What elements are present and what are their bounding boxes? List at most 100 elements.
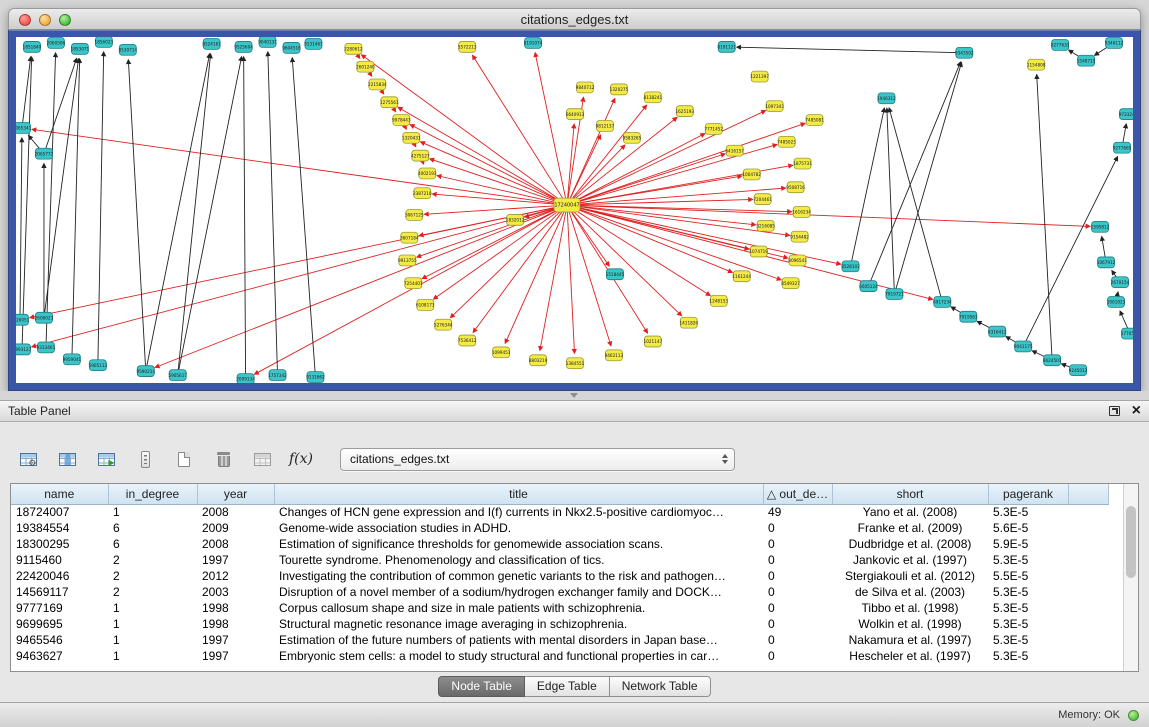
graph-node[interactable]: 9343502 [955, 47, 974, 58]
tab-network-table[interactable]: Network Table [610, 676, 711, 697]
graph-node[interactable]: 1097343 [765, 101, 784, 112]
graph-node[interactable]: 8528103 [841, 261, 860, 272]
table-row[interactable]: 1872400712008Changes of HCN gene express… [11, 504, 1108, 520]
graph-node[interactable]: 9508716 [786, 182, 805, 193]
table-row[interactable]: 977716911998Corpus callosum shape and si… [11, 600, 1108, 616]
graph-edge[interactable] [567, 117, 677, 205]
graph-edge[interactable] [737, 47, 965, 53]
graph-node[interactable]: 1099451 [492, 347, 511, 358]
graph-node[interactable]: 8191074 [524, 37, 543, 48]
table-row[interactable]: 1456911722003Disruption of a novel membe… [11, 584, 1108, 600]
graph-node[interactable]: 9131662 [306, 372, 325, 383]
graph-edge[interactable] [32, 205, 567, 347]
table-cell[interactable]: Changes of HCN gene expression and I(f) … [274, 504, 763, 520]
window-titlebar[interactable]: citations_edges.txt [8, 8, 1141, 30]
graph-node[interactable]: 1770544 [1121, 328, 1133, 339]
graph-edge[interactable] [567, 134, 705, 206]
graph-edge[interactable] [32, 129, 567, 205]
graph-node[interactable]: 9154482 [790, 231, 809, 242]
graph-node[interactable]: 1320275 [610, 84, 629, 95]
table-cell[interactable]: 5.3E-5 [988, 648, 1068, 664]
table-row[interactable]: 946362711997Embryonic stem cells: a mode… [11, 648, 1108, 664]
table-cell[interactable]: 6 [108, 536, 197, 552]
graph-edge[interactable] [472, 55, 567, 205]
graph-node[interactable]: 9525604 [234, 41, 253, 52]
graph-node[interactable]: 4275127 [411, 150, 430, 161]
graph-node[interactable]: 2601240 [356, 61, 375, 72]
tab-edge-table[interactable]: Edge Table [525, 676, 610, 697]
graph-node[interactable]: 7485081 [805, 115, 824, 126]
graph-node[interactable]: 1856023 [95, 37, 114, 47]
graph-node[interactable]: 2280612 [344, 43, 363, 54]
table-cell[interactable]: 5.6E-5 [988, 520, 1068, 536]
graph-node[interactable]: 8277631 [1051, 39, 1070, 50]
graph-node[interactable]: 8316412 [988, 326, 1007, 337]
table-cell[interactable]: Corpus callosum shape and size in male p… [274, 600, 763, 616]
graph-node[interactable]: 2009134 [236, 374, 255, 383]
table-cell[interactable]: 0 [763, 632, 832, 648]
table-cell[interactable]: 5.3E-5 [988, 600, 1068, 616]
graph-edge[interactable] [72, 59, 80, 360]
attribute-batch-button[interactable] [131, 444, 159, 474]
graph-edge[interactable] [146, 54, 210, 372]
delete-table-button[interactable] [248, 444, 276, 474]
graph-edge[interactable] [22, 57, 32, 350]
import-table-button[interactable]: ▶ [92, 444, 120, 474]
table-cell[interactable]: 5.3E-5 [988, 584, 1068, 600]
graph-node[interactable]: 4002193 [418, 168, 437, 179]
network-canvas[interactable]: 1724004722806122601240221583412755619978… [16, 37, 1133, 383]
graph-node[interactable]: 1384551 [566, 358, 585, 369]
graph-node[interactable]: 7485023 [777, 136, 796, 147]
graph-node[interactable]: 1851840 [23, 41, 42, 52]
table-cell[interactable]: 18300295 [11, 536, 108, 552]
table-row[interactable]: 1830029562008Estimation of significance … [11, 536, 1108, 552]
graph-node[interactable]: 1757342 [268, 370, 287, 381]
table-cell[interactable]: 0 [763, 600, 832, 616]
graph-edge[interactable] [410, 125, 567, 205]
table-cell[interactable]: Tourette syndrome. Phenomenology and cla… [274, 552, 763, 568]
table-cell[interactable]: Investigating the contribution of common… [274, 568, 763, 584]
table-row[interactable]: 2242004622012Investigating the contribut… [11, 568, 1108, 584]
graph-edge[interactable] [1037, 75, 1052, 361]
graph-edge[interactable] [567, 205, 710, 296]
table-cell[interactable]: 5.3E-5 [988, 552, 1068, 568]
splitter-grip-icon[interactable] [570, 393, 578, 398]
graph-edge[interactable] [894, 62, 961, 294]
close-panel-icon[interactable]: × [1132, 404, 1141, 418]
graph-node[interactable]: 5572213 [458, 41, 477, 52]
graph-edge[interactable] [128, 60, 145, 371]
table-cell[interactable]: Embryonic stem cells: a model to study s… [274, 648, 763, 664]
graph-node[interactable]: 7919563 [959, 311, 978, 322]
graph-node[interactable]: 1248153 [709, 296, 728, 307]
table-cell[interactable]: 0 [763, 648, 832, 664]
graph-node[interactable]: 9040131 [258, 37, 277, 47]
graph-edge[interactable] [254, 205, 567, 374]
graph-node[interactable]: 1221397 [750, 71, 769, 82]
graph-edge[interactable] [244, 57, 246, 379]
graph-node[interactable]: 9959041 [63, 354, 82, 365]
graph-node[interactable]: 2606023 [35, 312, 54, 323]
graph-edge[interactable] [567, 105, 647, 205]
table-cell[interactable]: 0 [763, 568, 832, 584]
graph-node[interactable]: 8624501 [1043, 355, 1062, 366]
table-cell[interactable]: 5.5E-5 [988, 568, 1068, 584]
table-cell[interactable]: 5.9E-5 [988, 536, 1068, 552]
graph-node[interactable]: 8191121 [717, 41, 736, 52]
table-cell[interactable]: Jankovic et al. (1997) [832, 552, 988, 568]
graph-edge[interactable] [46, 53, 56, 348]
table-cell[interactable]: 0 [763, 552, 832, 568]
table-cell[interactable]: 0 [763, 584, 832, 600]
graph-node[interactable]: 1067912 [1097, 257, 1116, 268]
graph-node[interactable]: 7204461 [753, 194, 772, 205]
graph-node[interactable]: 7771452 [704, 124, 723, 135]
table-row[interactable]: 1938455462009Genome-wide association stu… [11, 520, 1108, 536]
graph-node[interactable]: 1074719 [749, 246, 768, 257]
graph-node[interactable]: 6917234 [933, 297, 952, 308]
table-row[interactable]: 911546021997Tourette syndrome. Phenomeno… [11, 552, 1108, 568]
graph-node[interactable]: 5905113 [89, 360, 108, 371]
table-cell[interactable]: Structural magnetic resonance image aver… [274, 616, 763, 632]
citation-network-graph[interactable]: 1724004722806122601240221583412755619978… [16, 37, 1133, 383]
graph-edge[interactable] [535, 53, 567, 205]
table-mode-button[interactable]: ⚙ [14, 444, 42, 474]
graph-node[interactable]: 9245012 [1069, 365, 1088, 376]
